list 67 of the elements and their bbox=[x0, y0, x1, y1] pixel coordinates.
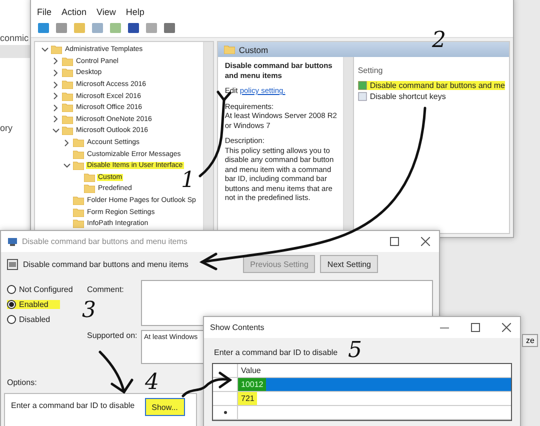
folder-icon bbox=[73, 196, 84, 206]
radio-option[interactable]: Disabled bbox=[7, 315, 50, 324]
new-row-icon bbox=[224, 411, 226, 414]
expand-icon[interactable] bbox=[52, 80, 60, 89]
setting-item[interactable]: Disable command bar buttons and me bbox=[358, 81, 505, 90]
folder-icon bbox=[62, 114, 73, 124]
close-icon[interactable] bbox=[502, 323, 511, 332]
menu-item[interactable]: Help bbox=[126, 7, 144, 17]
value-cell: 10012 bbox=[238, 378, 266, 391]
expand-icon[interactable] bbox=[52, 104, 60, 112]
expand-icon[interactable] bbox=[52, 57, 60, 66]
next-setting-button[interactable]: Next Setting bbox=[320, 255, 378, 273]
policy-icon bbox=[7, 258, 18, 270]
menu-item[interactable]: File bbox=[37, 7, 52, 17]
radio-option[interactable]: Not Configured bbox=[7, 285, 73, 294]
menu-item[interactable]: Action bbox=[62, 7, 87, 17]
folder-icon bbox=[62, 80, 73, 90]
annotation-number: 3 bbox=[82, 300, 96, 322]
window-title: Show Contents bbox=[210, 323, 264, 332]
expand-icon[interactable] bbox=[63, 138, 71, 147]
scrollbar[interactable] bbox=[342, 57, 353, 233]
collapse-icon[interactable] bbox=[52, 126, 60, 135]
setting-item[interactable]: Disable shortcut keys bbox=[358, 92, 446, 101]
expand-icon[interactable] bbox=[52, 115, 60, 124]
annotation-arrow bbox=[98, 350, 134, 394]
option-text: Enter a command bar ID to disable bbox=[11, 400, 135, 410]
folder-icon bbox=[73, 208, 84, 217]
column-header[interactable]: Setting bbox=[358, 66, 383, 75]
folder-icon bbox=[224, 45, 235, 54]
background-text: ory bbox=[0, 123, 13, 133]
window-title: Disable command bar buttons and menu items bbox=[22, 237, 188, 246]
collapse-icon[interactable] bbox=[41, 46, 49, 54]
folder-icon bbox=[73, 138, 84, 148]
field-label: Comment: bbox=[87, 284, 124, 294]
button[interactable]: ze bbox=[522, 334, 538, 347]
maximize-icon[interactable] bbox=[471, 323, 480, 332]
close-icon[interactable] bbox=[421, 237, 430, 246]
annotation-number: 4 bbox=[145, 372, 159, 394]
scrollbar[interactable] bbox=[202, 42, 213, 233]
annotation-number: 5 bbox=[348, 340, 362, 362]
collapse-icon[interactable] bbox=[63, 162, 71, 170]
folder-icon bbox=[51, 45, 62, 54]
folder-icon bbox=[62, 92, 73, 101]
expand-icon[interactable] bbox=[52, 68, 60, 77]
folder-icon bbox=[62, 103, 73, 112]
annotation-number: 1 bbox=[181, 170, 195, 192]
maximize-icon[interactable] bbox=[390, 237, 399, 246]
menu-item[interactable]: View bbox=[96, 7, 116, 17]
annotation-arrow bbox=[182, 372, 232, 398]
dialog-heading: Disable command bar buttons and menu items bbox=[23, 260, 188, 268]
folder-icon bbox=[73, 161, 84, 170]
folder-icon bbox=[62, 126, 73, 136]
value-cell: 721 bbox=[238, 392, 258, 405]
computer-icon bbox=[7, 236, 18, 246]
grid-row[interactable]: 721 bbox=[213, 392, 511, 406]
prompt-text: Enter a command bar ID to disable bbox=[214, 348, 338, 357]
folder-icon bbox=[84, 184, 95, 194]
field-label: Supported on: bbox=[87, 330, 138, 340]
folder-icon bbox=[84, 172, 95, 182]
options-label: Options: bbox=[7, 378, 37, 387]
folder-icon bbox=[62, 56, 73, 66]
expand-icon[interactable] bbox=[52, 92, 60, 100]
folder-icon bbox=[73, 150, 84, 159]
radio-option[interactable]: Enabled bbox=[7, 300, 60, 309]
folder-icon bbox=[62, 68, 73, 78]
show-button[interactable]: Show... bbox=[144, 398, 185, 416]
background-text: conmic bbox=[0, 33, 29, 43]
